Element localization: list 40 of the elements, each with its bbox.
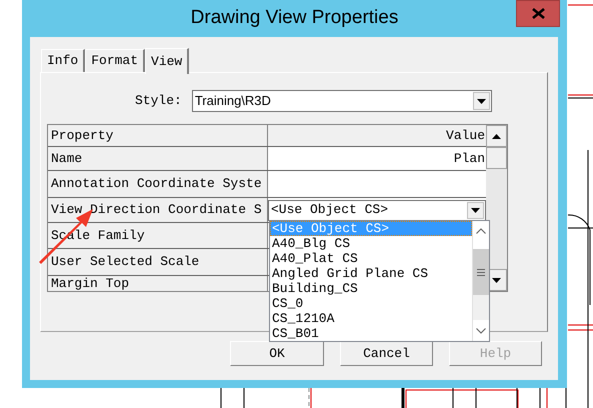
close-button[interactable] bbox=[516, 0, 560, 27]
property-name: View Direction Coordinate S bbox=[51, 201, 262, 220]
tab[interactable]: Info bbox=[41, 49, 86, 72]
style-value: Training\R3D bbox=[194, 92, 271, 110]
scroll-thumb[interactable] bbox=[473, 249, 489, 295]
dropdown-option[interactable]: Angled Grid Plane CS bbox=[270, 266, 472, 281]
column-header: Value bbox=[446, 126, 486, 145]
dropdown-option[interactable]: A40_Plat CS bbox=[270, 251, 472, 266]
tab[interactable]: Format bbox=[85, 49, 146, 72]
value-cell: Plan bbox=[268, 147, 486, 170]
dialog-button[interactable]: OK bbox=[230, 341, 324, 366]
down-chevron-icon bbox=[476, 328, 486, 334]
style-label: Style: bbox=[135, 92, 182, 110]
property-name: Margin Top bbox=[51, 276, 130, 291]
scroll-up-button[interactable] bbox=[486, 125, 507, 147]
dropdown-option[interactable]: CS_B01 bbox=[270, 326, 472, 341]
value-dropdown[interactable]: <Use Object CS> bbox=[268, 200, 486, 220]
dropdown-arrow-button[interactable] bbox=[472, 92, 490, 110]
scroll-thumb[interactable] bbox=[486, 147, 507, 169]
dropdown-option[interactable]: CS_1210A bbox=[270, 311, 472, 326]
property-name: User Selected Scale bbox=[51, 253, 200, 272]
dropdown-arrow-button[interactable] bbox=[467, 202, 484, 218]
column-header: Property bbox=[51, 126, 114, 145]
list-scrollbar[interactable] bbox=[472, 221, 489, 341]
property-name: Annotation Coordinate Syste bbox=[51, 175, 262, 194]
up-chevron-icon bbox=[476, 228, 486, 234]
down-arrow-icon bbox=[492, 278, 502, 282]
style-dropdown[interactable]: Training\R3D bbox=[192, 90, 492, 112]
dropdown-option[interactable]: A40_Blg CS bbox=[270, 236, 472, 251]
caret-icon bbox=[471, 208, 480, 212]
dialog-button[interactable]: Cancel bbox=[340, 341, 433, 366]
dropdown-option[interactable]: Building_CS bbox=[270, 281, 472, 296]
up-arrow-icon bbox=[492, 134, 502, 138]
caret-icon bbox=[476, 98, 486, 104]
close-icon bbox=[532, 8, 544, 19]
scrollbar[interactable] bbox=[486, 125, 507, 291]
window-title: Drawing View Properties bbox=[190, 6, 398, 30]
property-name: Name bbox=[51, 150, 82, 168]
tab[interactable]: View bbox=[145, 48, 190, 74]
dropdown-option[interactable]: CS_0 bbox=[270, 296, 472, 311]
